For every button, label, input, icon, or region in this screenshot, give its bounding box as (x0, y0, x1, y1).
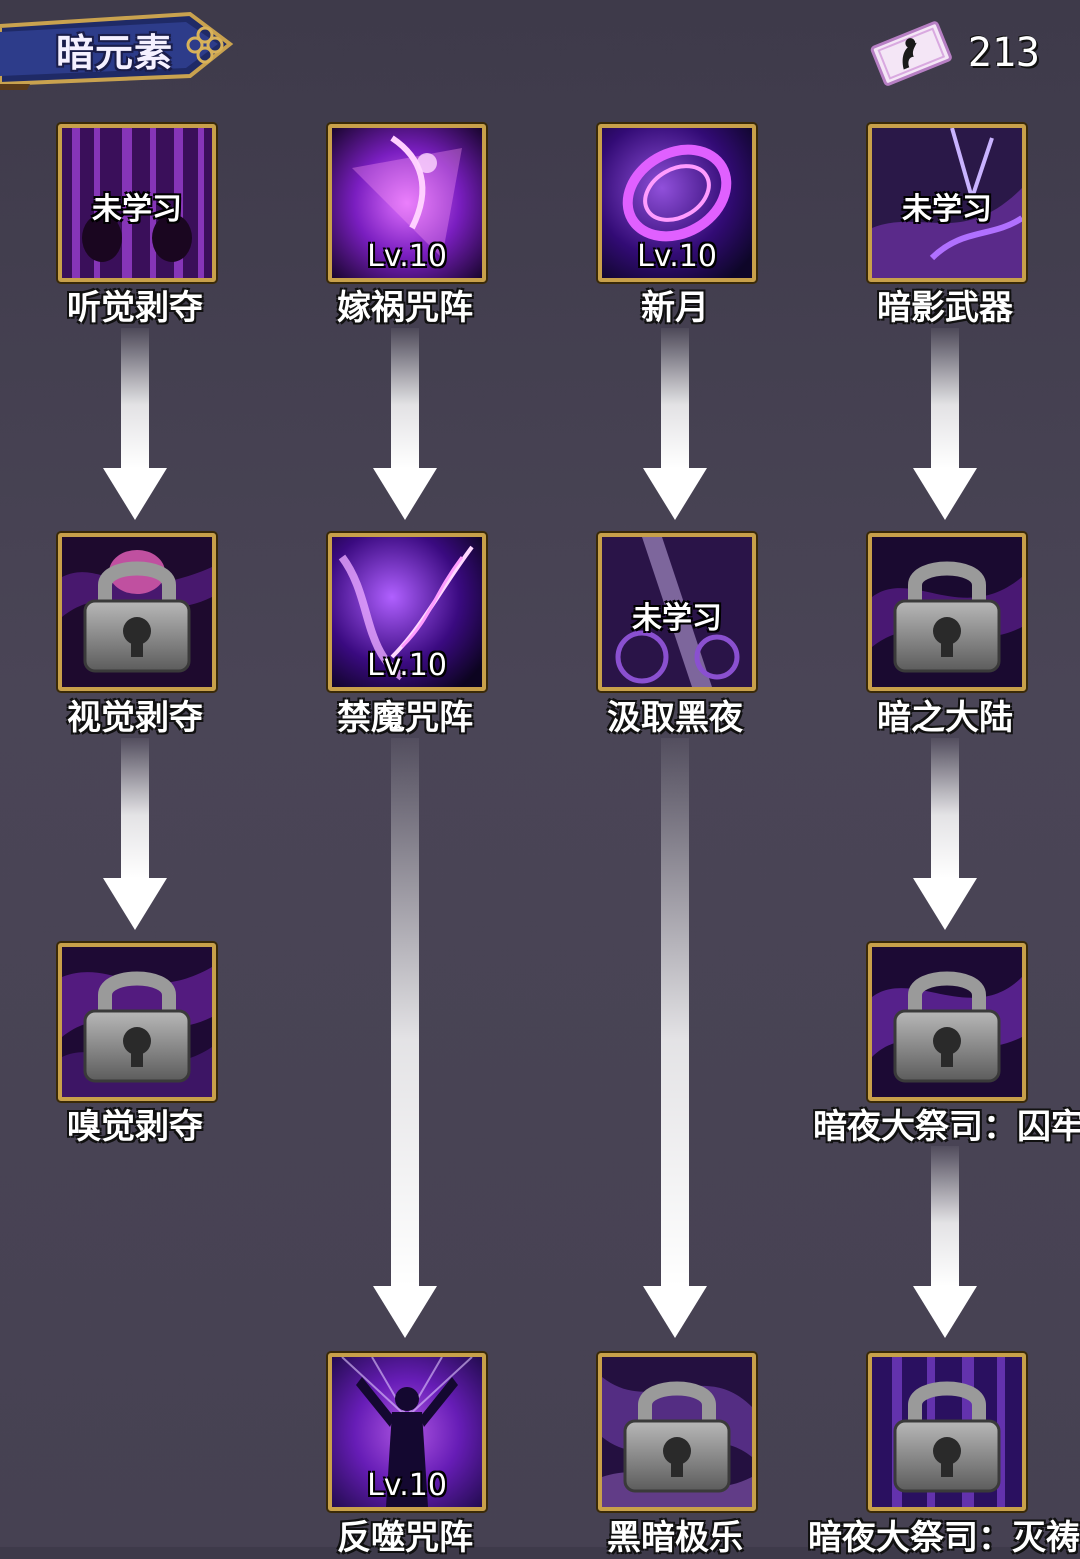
scroll-ticket-icon (870, 21, 952, 86)
skill-icon-frame: 未学习 (598, 533, 756, 691)
skill-point-value: 213 (967, 30, 1040, 76)
skill-node-new-moon[interactable]: Lv.10 (598, 124, 756, 282)
skill-name: 嫁祸咒阵 (337, 288, 473, 328)
skill-point-counter: 213 (864, 18, 1040, 88)
skill-name: 暗夜大祭司：囚牢 (813, 1107, 1080, 1147)
skill-icon-frame: Lv.10 (598, 124, 756, 282)
path-arrow (913, 328, 977, 520)
status-label: 未学习 (902, 192, 992, 227)
skill-node-draw-night[interactable]: 未学习 (598, 533, 756, 691)
skill-icon-frame: 未学习 (58, 124, 216, 282)
skill-name: 暗影武器 (877, 288, 1013, 328)
skill-icon-frame: 未学习 (868, 124, 1026, 282)
skill-icon-frame (868, 943, 1026, 1101)
skill-name: 暗之大陆 (877, 698, 1013, 738)
lock-icon (623, 1381, 731, 1493)
skill-name: 禁魔咒阵 (337, 698, 473, 738)
skill-node-backlash-array[interactable]: Lv.10 (328, 1353, 486, 1511)
path-arrow (373, 328, 437, 520)
lock-icon (83, 971, 191, 1083)
lock-icon (893, 971, 1001, 1083)
skill-node-high-priestess-annihilation[interactable] (868, 1353, 1026, 1511)
skill-node-high-priestess-prison[interactable] (868, 943, 1026, 1101)
skill-name: 黑暗极乐 (607, 1518, 743, 1558)
skill-icon-frame: Lv.10 (328, 124, 486, 282)
skill-level: Lv.10 (367, 239, 447, 274)
skill-node-dark-bliss[interactable] (598, 1353, 756, 1511)
skill-name: 视觉剥夺 (67, 698, 203, 738)
path-arrow (913, 738, 977, 930)
path-arrow (643, 328, 707, 520)
skill-icon-frame (868, 1353, 1026, 1511)
lock-icon (83, 561, 191, 673)
skill-node-dark-continent[interactable] (868, 533, 1026, 691)
path-arrow-long (373, 738, 437, 1338)
path-arrow-long (643, 738, 707, 1338)
skill-level: Lv.10 (367, 1468, 447, 1503)
skill-name: 反噬咒阵 (337, 1518, 473, 1558)
skill-name: 汲取黑夜 (607, 698, 743, 738)
status-label: 未学习 (632, 601, 722, 636)
skill-node-smell-deprivation[interactable] (58, 943, 216, 1101)
skill-node-vision-deprivation[interactable] (58, 533, 216, 691)
category-banner[interactable]: 暗元素 (0, 4, 240, 96)
skill-name: 嗅觉剥夺 (67, 1107, 203, 1147)
skill-node-curse-array[interactable]: Lv.10 (328, 124, 486, 282)
skill-name: 听觉剥夺 (67, 288, 203, 328)
skill-icon-frame (598, 1353, 756, 1511)
skill-node-forbidden-magic-array[interactable]: Lv.10 (328, 533, 486, 691)
skill-level: Lv.10 (367, 648, 447, 683)
banner-title: 暗元素 (56, 31, 174, 75)
path-arrow (103, 328, 167, 520)
path-arrow (913, 1146, 977, 1338)
lock-icon (893, 561, 1001, 673)
skill-level: Lv.10 (637, 239, 717, 274)
skill-node-shadow-weapon[interactable]: 未学习 (868, 124, 1026, 282)
skill-name: 新月 (641, 288, 709, 328)
skill-node-hearing-deprivation[interactable]: 未学习 (58, 124, 216, 282)
lock-icon (893, 1381, 1001, 1493)
skill-icon-frame: Lv.10 (328, 1353, 486, 1511)
skill-icon-frame (58, 533, 216, 691)
skill-name: 暗夜大祭司：灭祷 (808, 1518, 1080, 1558)
skill-icon-frame (58, 943, 216, 1101)
skill-icon-frame (868, 533, 1026, 691)
path-arrow (103, 738, 167, 930)
status-label: 未学习 (92, 192, 182, 227)
skill-icon-frame: Lv.10 (328, 533, 486, 691)
